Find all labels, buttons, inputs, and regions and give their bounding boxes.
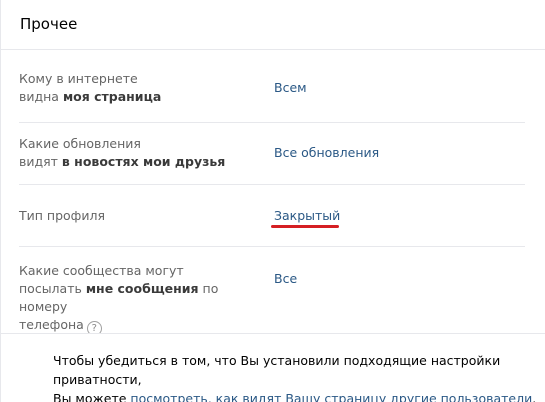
label-line: телефона — [19, 317, 84, 332]
label-line: видят — [19, 154, 62, 169]
setting-label: Какие обновления видят в новостях мои др… — [19, 135, 269, 171]
label-bold: мне сообщения — [85, 281, 199, 296]
setting-value-dropdown[interactable]: Закрытый — [274, 207, 340, 225]
setting-value-dropdown[interactable]: Все обновления — [274, 144, 379, 162]
footer-text: Вы можете — [53, 391, 131, 402]
setting-row-page-visibility: Кому в интернете видна моя страница Всем — [19, 50, 525, 123]
label-line: Какие обновления — [19, 136, 141, 151]
section-title: Прочее — [1, 0, 545, 50]
setting-value-dropdown[interactable]: Всем — [274, 79, 307, 97]
setting-label: Тип профиля — [19, 208, 105, 223]
privacy-footer: Чтобы убедиться в том, что Вы установили… — [1, 333, 545, 402]
setting-label: Какие сообщества могут посылать мне сооб… — [19, 262, 254, 336]
label-line: Какие сообщества могут — [19, 263, 184, 278]
footer-text: . — [532, 391, 537, 402]
footer-text: Чтобы убедиться в том, что Вы установили… — [53, 353, 501, 387]
setting-row-news-updates: Какие обновления видят в новостях мои др… — [19, 123, 525, 185]
label-line: Кому в интернете — [19, 71, 138, 86]
setting-row-community-messages: Какие сообщества могут посылать мне сооб… — [19, 247, 525, 336]
settings-list: Кому в интернете видна моя страница Всем… — [1, 50, 545, 336]
label-bold: моя страница — [62, 89, 162, 104]
setting-value-dropdown[interactable]: Все — [274, 270, 297, 288]
label-bold: в новостях мои друзья — [61, 154, 226, 169]
label-line: посылать — [19, 281, 86, 296]
view-as-others-link[interactable]: посмотреть, как видят Вашу страницу друг… — [130, 391, 532, 402]
label-line: видна — [19, 89, 63, 104]
setting-row-profile-type: Тип профиля Закрытый — [19, 185, 525, 247]
highlight-underline — [271, 225, 339, 228]
privacy-settings-panel: Прочее Кому в интернете видна моя страни… — [0, 0, 545, 402]
setting-label: Кому в интернете видна моя страница — [19, 70, 269, 106]
